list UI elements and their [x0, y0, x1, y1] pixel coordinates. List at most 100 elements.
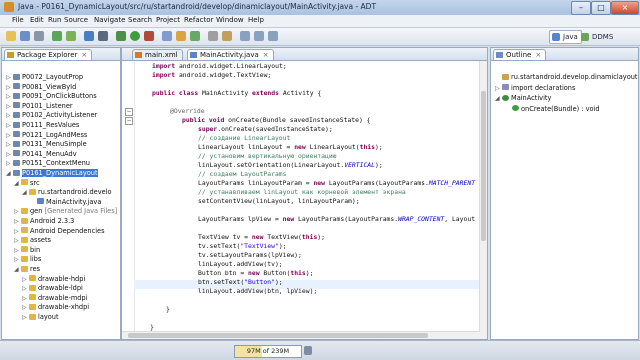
expand-arrow-icon[interactable]: ▷	[14, 246, 21, 256]
close-icon[interactable]: ×	[81, 51, 87, 59]
android-sdk-icon[interactable]	[52, 31, 62, 41]
save-icon[interactable]	[20, 31, 30, 41]
menu-edit[interactable]: Edit	[30, 16, 44, 24]
tree-item[interactable]: ◢ P0161_DynamicLayout	[2, 169, 120, 179]
tab-mainactivity-java[interactable]: MainActivity.java ×	[187, 49, 274, 60]
run-icon[interactable]	[130, 31, 140, 41]
tree-item[interactable]: ▷ P0101_Listener	[2, 102, 120, 112]
expand-arrow-icon[interactable]: ▷	[14, 217, 21, 227]
lint-icon[interactable]	[98, 31, 108, 41]
menu-project[interactable]: Project	[156, 16, 180, 24]
expand-arrow-icon[interactable]: ◢	[14, 265, 21, 275]
menu-source[interactable]: Source	[64, 16, 88, 24]
editor-horizontal-scrollbar[interactable]	[122, 331, 480, 339]
expand-arrow-icon[interactable]: ◢	[22, 188, 29, 198]
expand-arrow-icon[interactable]: ▷	[6, 159, 13, 169]
tree-item[interactable]: ▷ P0081_ViewById	[2, 83, 120, 93]
perspective-ddms[interactable]: DDMS	[578, 30, 617, 44]
menu-help[interactable]: Help	[248, 16, 264, 24]
expand-arrow-icon[interactable]: ▷	[6, 73, 13, 83]
expand-arrow-icon[interactable]: ▷	[14, 236, 21, 246]
tree-item[interactable]: ▷ libs	[2, 255, 120, 265]
expand-arrow-icon[interactable]: ◢	[495, 94, 502, 104]
expand-arrow-icon[interactable]: ◢	[14, 179, 21, 189]
fold-icon[interactable]: −	[125, 108, 133, 116]
build-icon[interactable]	[84, 31, 94, 41]
debug-icon[interactable]	[116, 31, 126, 41]
close-button[interactable]: ×	[611, 1, 639, 15]
expand-arrow-icon[interactable]: ◢	[6, 169, 13, 179]
annotation-icon[interactable]	[240, 31, 250, 41]
expand-arrow-icon[interactable]: ▷	[6, 92, 13, 102]
tab-outline[interactable]: Outline ×	[493, 49, 547, 60]
garbage-collect-icon[interactable]	[304, 346, 312, 355]
minimize-button[interactable]: –	[571, 1, 591, 15]
open-type-icon[interactable]	[208, 31, 218, 41]
tree-item[interactable]: ▷ P0141_MenuAdv	[2, 150, 120, 160]
close-icon[interactable]: ×	[535, 51, 541, 59]
tree-item[interactable]: ▷ drawable-mdpi	[2, 294, 120, 304]
fold-icon[interactable]: −	[125, 117, 133, 125]
menu-search[interactable]: Search	[128, 16, 152, 24]
scroll-thumb[interactable]	[481, 91, 486, 241]
tree-item[interactable]: MainActivity.java	[2, 198, 120, 208]
forward-icon[interactable]	[268, 31, 278, 41]
menu-run[interactable]: Run	[48, 16, 61, 24]
tree-item[interactable]: ▷ P0072_LayoutProp	[2, 73, 120, 83]
new-class-icon[interactable]	[190, 31, 200, 41]
maximize-button[interactable]: □	[591, 1, 611, 15]
expand-arrow-icon[interactable]: ▷	[6, 131, 13, 141]
heap-status[interactable]: 97M of 239M	[234, 345, 302, 358]
expand-arrow-icon[interactable]: ▷	[6, 150, 13, 160]
expand-arrow-icon[interactable]: ▷	[14, 227, 21, 237]
code-editor[interactable]: − − import android.widget.LinearLayout; …	[122, 61, 487, 339]
tree-item[interactable]: ▷ P0121_LogAndMess	[2, 131, 120, 141]
external-tools-icon[interactable]	[144, 31, 154, 41]
back-icon[interactable]	[254, 31, 264, 41]
expand-arrow-icon[interactable]: ▷	[6, 102, 13, 112]
tree-item[interactable]: ▷ drawable-hdpi	[2, 275, 120, 285]
tree-item[interactable]: ▷ bin	[2, 246, 120, 256]
expand-arrow-icon[interactable]: ▷	[22, 313, 29, 323]
new-package-icon[interactable]	[176, 31, 186, 41]
tree-item[interactable]: ▷ P0102_ActivityListener	[2, 111, 120, 121]
expand-arrow-icon[interactable]: ▷	[22, 275, 29, 285]
tab-main-xml[interactable]: main.xml	[132, 49, 183, 60]
tree-item[interactable]: ▷ P0151_ContextMenu	[2, 159, 120, 169]
tree-item[interactable]: ▷ layout	[2, 313, 120, 323]
perspective-java[interactable]: Java	[549, 30, 582, 44]
tree-item[interactable]: ▷ drawable-xhdpi	[2, 303, 120, 313]
expand-arrow-icon[interactable]: ▷	[6, 111, 13, 121]
tree-item[interactable]: ▷ P0131_MenuSimple	[2, 140, 120, 150]
tree-item[interactable]: ▷ Android 2.3.3	[2, 217, 120, 227]
search-icon[interactable]	[222, 31, 232, 41]
close-icon[interactable]: ×	[263, 51, 269, 59]
menu-file[interactable]: File	[12, 16, 24, 24]
expand-arrow-icon[interactable]: ▷	[22, 294, 29, 304]
outline-item[interactable]: ▷ import declarations	[491, 84, 575, 94]
menu-refactor[interactable]: Refactor	[184, 16, 213, 24]
tree-item[interactable]: ◢ res	[2, 265, 120, 275]
outline-item[interactable]: ◢ MainActivity	[491, 94, 551, 104]
scroll-thumb[interactable]	[128, 333, 428, 338]
new-icon[interactable]	[6, 31, 16, 41]
tab-package-explorer[interactable]: Package Explorer ×	[4, 49, 93, 60]
tree-item[interactable]: ▷ Android Dependencies	[2, 227, 120, 237]
tree-item[interactable]: ▷ P0091_OnClickButtons	[2, 92, 120, 102]
tree-item[interactable]: ◢ ru.startandroid.develo	[2, 188, 120, 198]
menu-navigate[interactable]: Navigate	[94, 16, 125, 24]
expand-arrow-icon[interactable]: ▷	[495, 84, 502, 94]
avd-manager-icon[interactable]	[66, 31, 76, 41]
expand-arrow-icon[interactable]: ▷	[14, 255, 21, 265]
tree-item[interactable]: ▷ drawable-ldpi	[2, 284, 120, 294]
editor-vertical-scrollbar[interactable]	[479, 61, 487, 339]
expand-arrow-icon[interactable]: ▷	[22, 284, 29, 294]
outline-item[interactable]: onCreate(Bundle) : void	[491, 105, 600, 115]
tree-item[interactable]: ◢ src	[2, 179, 120, 189]
print-icon[interactable]	[34, 31, 44, 41]
expand-arrow-icon[interactable]: ▷	[6, 83, 13, 93]
expand-arrow-icon[interactable]: ▷	[6, 121, 13, 131]
tree-item[interactable]: ▷ assets	[2, 236, 120, 246]
tree-item[interactable]: ▷ gen [Generated Java Files]	[2, 207, 120, 217]
menu-window[interactable]: Window	[216, 16, 244, 24]
